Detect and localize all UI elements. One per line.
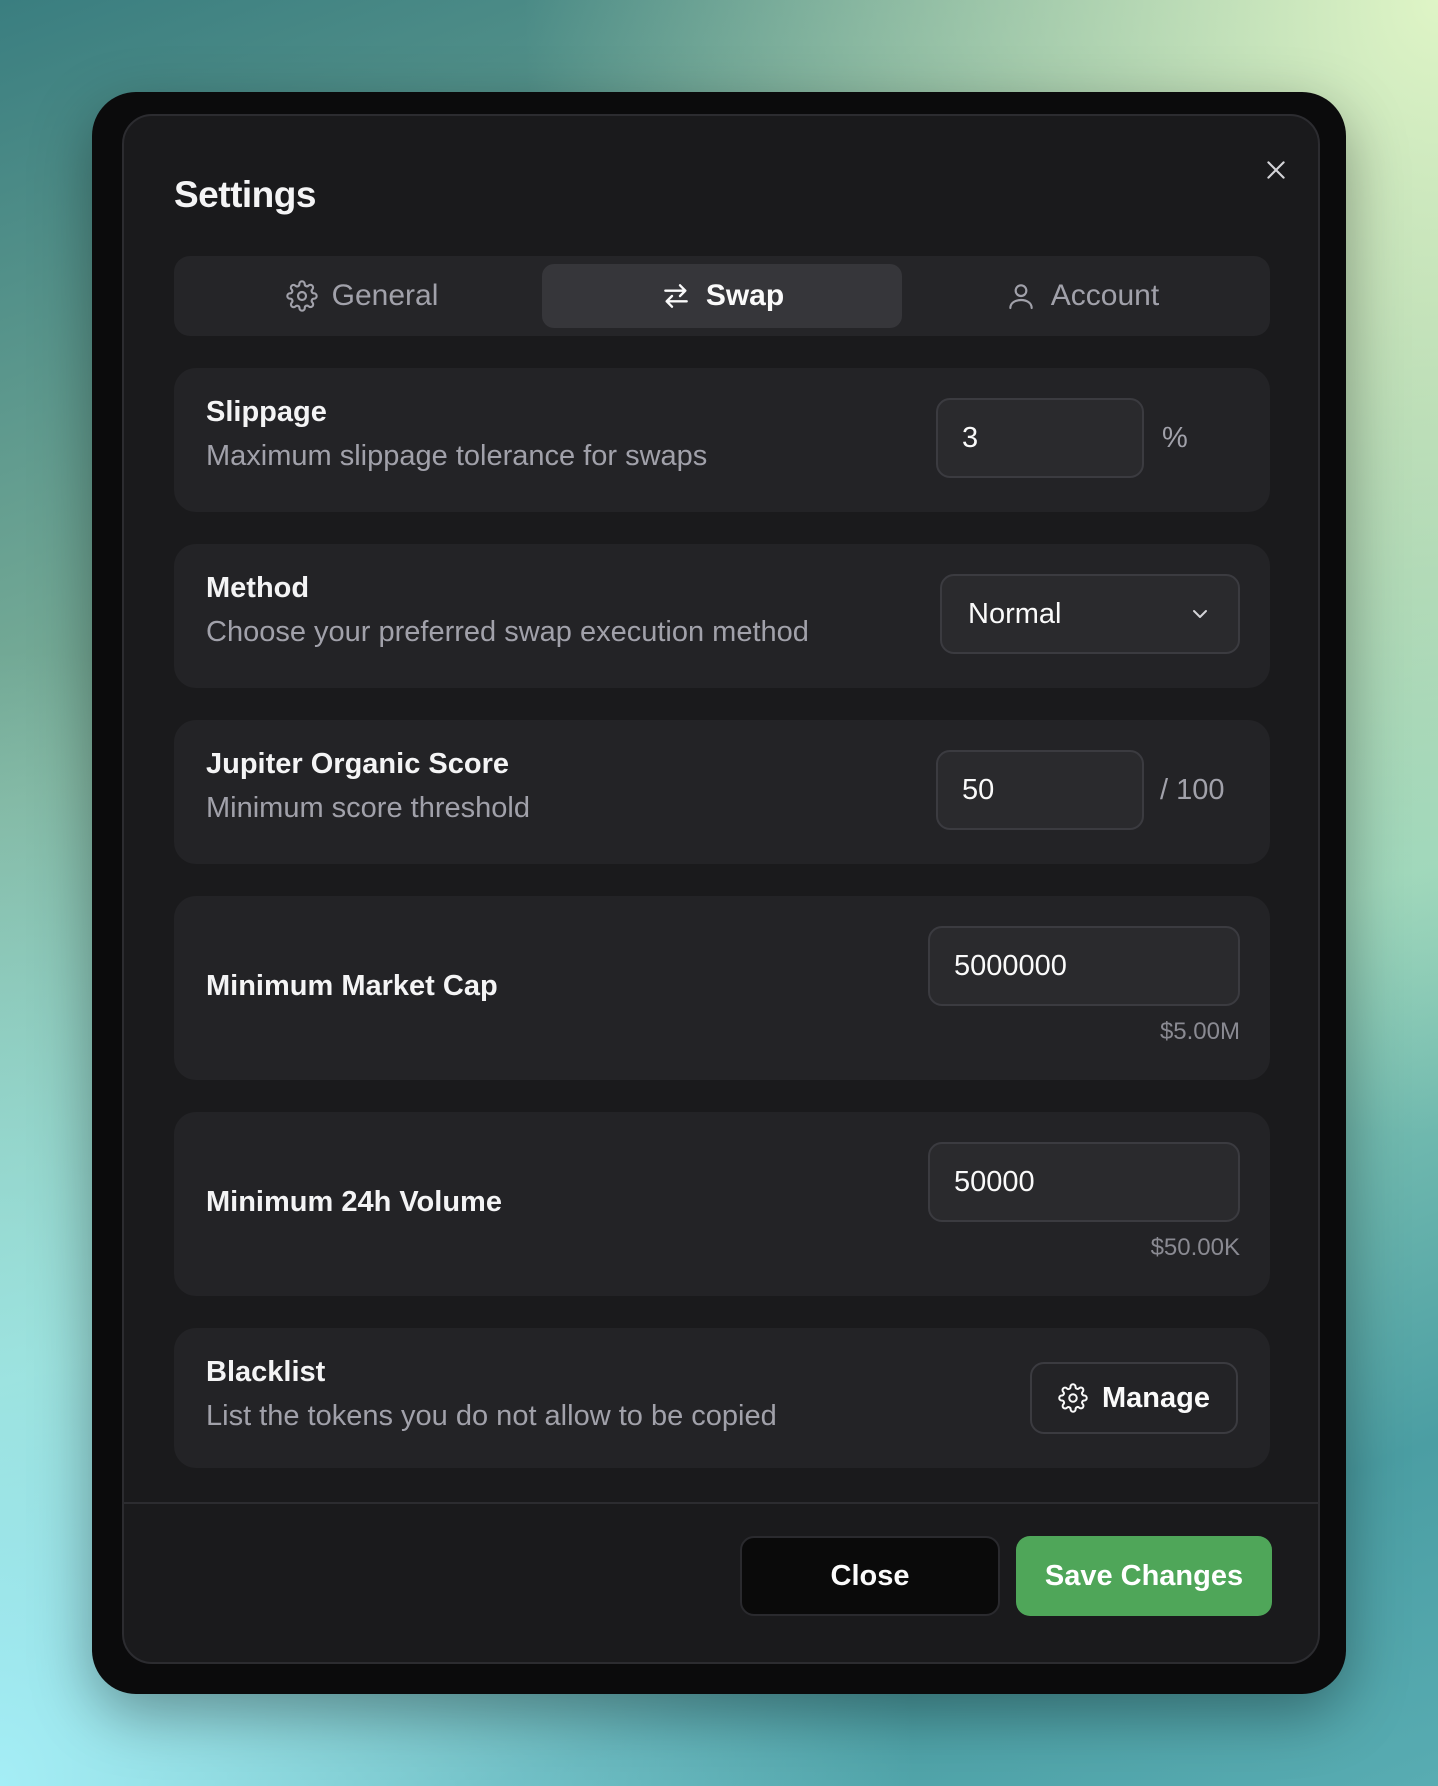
settings-dialog: Settings General Swap Account Slippage M…: [122, 114, 1320, 1664]
tab-account[interactable]: Account: [902, 264, 1262, 328]
tab-account-label: Account: [1050, 279, 1160, 312]
volume-input[interactable]: [928, 1142, 1240, 1222]
organic-score-input[interactable]: [936, 750, 1144, 830]
slippage-card: Slippage Maximum slippage tolerance for …: [174, 368, 1270, 512]
blacklist-label: Blacklist: [206, 1356, 326, 1388]
close-button[interactable]: Close: [740, 1536, 1000, 1616]
user-icon: [1009, 284, 1033, 310]
market-cap-formatted: $5.00M: [1159, 1018, 1240, 1045]
organic-score-suffix: / 100: [1160, 774, 1225, 806]
market-cap-card: Minimum Market Cap $5.00M: [174, 896, 1270, 1080]
swap-arrows-icon: [663, 284, 688, 308]
method-label: Method: [206, 572, 310, 604]
blacklist-card: Blacklist List the tokens you do not all…: [174, 1328, 1270, 1468]
volume-card: Minimum 24h Volume $50.00K: [174, 1112, 1270, 1296]
tab-swap[interactable]: Swap: [542, 264, 902, 328]
tab-general[interactable]: General: [182, 264, 542, 328]
tab-swap-label: Swap: [705, 279, 785, 312]
footer-divider: [124, 1502, 1318, 1504]
slippage-description: Maximum slippage tolerance for swaps: [206, 440, 708, 472]
slippage-label: Slippage: [206, 396, 327, 428]
chevron-down-icon: [1193, 610, 1207, 618]
blacklist-description: List the tokens you do not allow to be c…: [206, 1400, 777, 1432]
organic-score-label: Jupiter Organic Score: [206, 748, 509, 780]
dialog-title: Settings: [174, 174, 316, 215]
manage-blacklist-button[interactable]: Manage: [1030, 1362, 1238, 1434]
settings-tabs: General Swap Account: [174, 256, 1270, 336]
method-description: Choose your preferred swap execution met…: [206, 616, 809, 648]
market-cap-input[interactable]: [928, 926, 1240, 1006]
organic-score-description: Minimum score threshold: [206, 792, 530, 824]
close-icon[interactable]: [1258, 152, 1294, 188]
volume-formatted: $50.00K: [1150, 1234, 1240, 1261]
volume-label: Minimum 24h Volume: [206, 1186, 502, 1218]
organic-score-card: Jupiter Organic Score Minimum score thre…: [174, 720, 1270, 864]
gear-icon: [1058, 1383, 1088, 1413]
slippage-input[interactable]: [936, 398, 1144, 478]
method-selected-value: Normal: [968, 597, 1062, 630]
slippage-suffix: %: [1162, 422, 1188, 454]
market-cap-label: Minimum Market Cap: [206, 970, 498, 1002]
method-select[interactable]: Normal: [940, 574, 1240, 654]
gear-icon: [285, 280, 318, 312]
manage-button-label: Manage: [1102, 1381, 1210, 1414]
method-card: Method Choose your preferred swap execut…: [174, 544, 1270, 688]
save-changes-button[interactable]: Save Changes: [1016, 1536, 1272, 1616]
tab-general-label: General: [331, 279, 439, 312]
